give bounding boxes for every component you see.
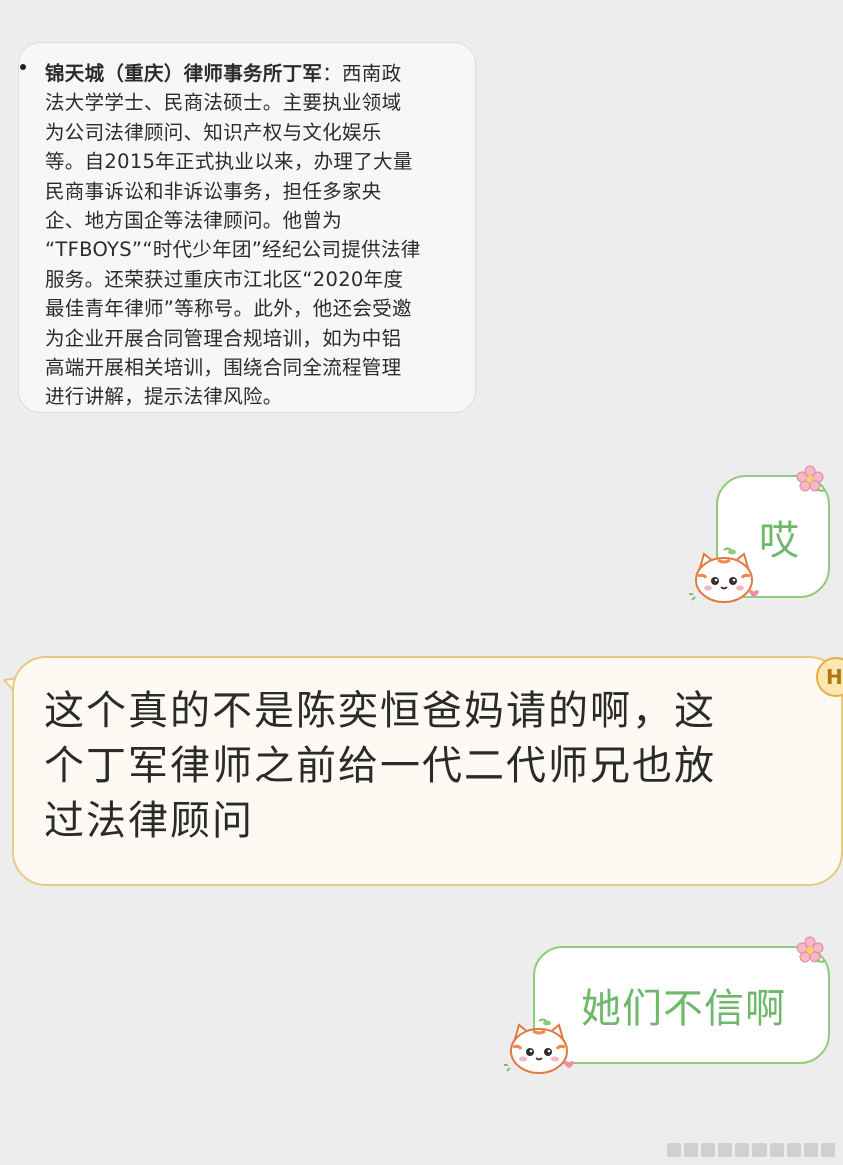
received-line: 这个真的不是陈奕恒爸妈请的啊，这 [44,688,716,734]
info-line: 为公司法律顾问、知识产权与文化娱乐 [45,120,382,144]
info-line: 最佳青年律师”等称号。此外，他还会受邀 [45,297,412,321]
bullet-icon [20,64,26,70]
info-line: 等。自2015年正式执业以来，办理了大量 [45,150,413,174]
info-line: 企、地方国企等法律顾问。他曾为 [45,209,343,233]
flower-icon [796,936,825,963]
received-line: 过法律顾问 [44,798,254,844]
info-line: 锦天城（重庆）律师事务所丁军：西南政 [45,59,465,88]
info-line: 为企业开展合同管理合规培训，如为中铝 [45,326,402,350]
flower-icon [796,465,825,492]
watermark [667,1143,835,1157]
info-line: 法大学学士、民商法硕士。主要执业领域 [45,91,402,115]
cat-sticker-icon [689,547,759,603]
sent-message-bubble[interactable]: 她们不信啊 [533,946,830,1064]
info-fragment: ：西南政 [322,62,402,85]
lawyer-name: 锦天城（重庆）律师事务所丁军 [45,62,323,85]
info-line: 进行讲解，提示法律风险。 [45,385,283,409]
cat-sticker-icon [504,1018,574,1074]
sent-message-text: 她们不信啊 [581,986,786,1032]
info-card-text: 锦天城（重庆）律师事务所丁军：西南政 法大学学士、民商法硕士。主要执业领域 为公… [45,59,465,412]
info-line: 民商事诉讼和非诉讼事务，担任多家央 [45,179,382,203]
received-message-text: 这个真的不是陈奕恒爸妈请的啊，这 个丁军律师之前给一代二代师兄也放 过法律顾问 [44,684,824,849]
info-line: 高端开展相关培训，围绕合同全流程管理 [45,356,402,380]
received-line: 个丁军律师之前给一代二代师兄也放 [44,743,716,789]
info-line: “TFBOYS”“时代少年团”经纪公司提供法律 [45,238,421,262]
info-line: 服务。还荣获过重庆市江北区“2020年度 [45,267,404,291]
